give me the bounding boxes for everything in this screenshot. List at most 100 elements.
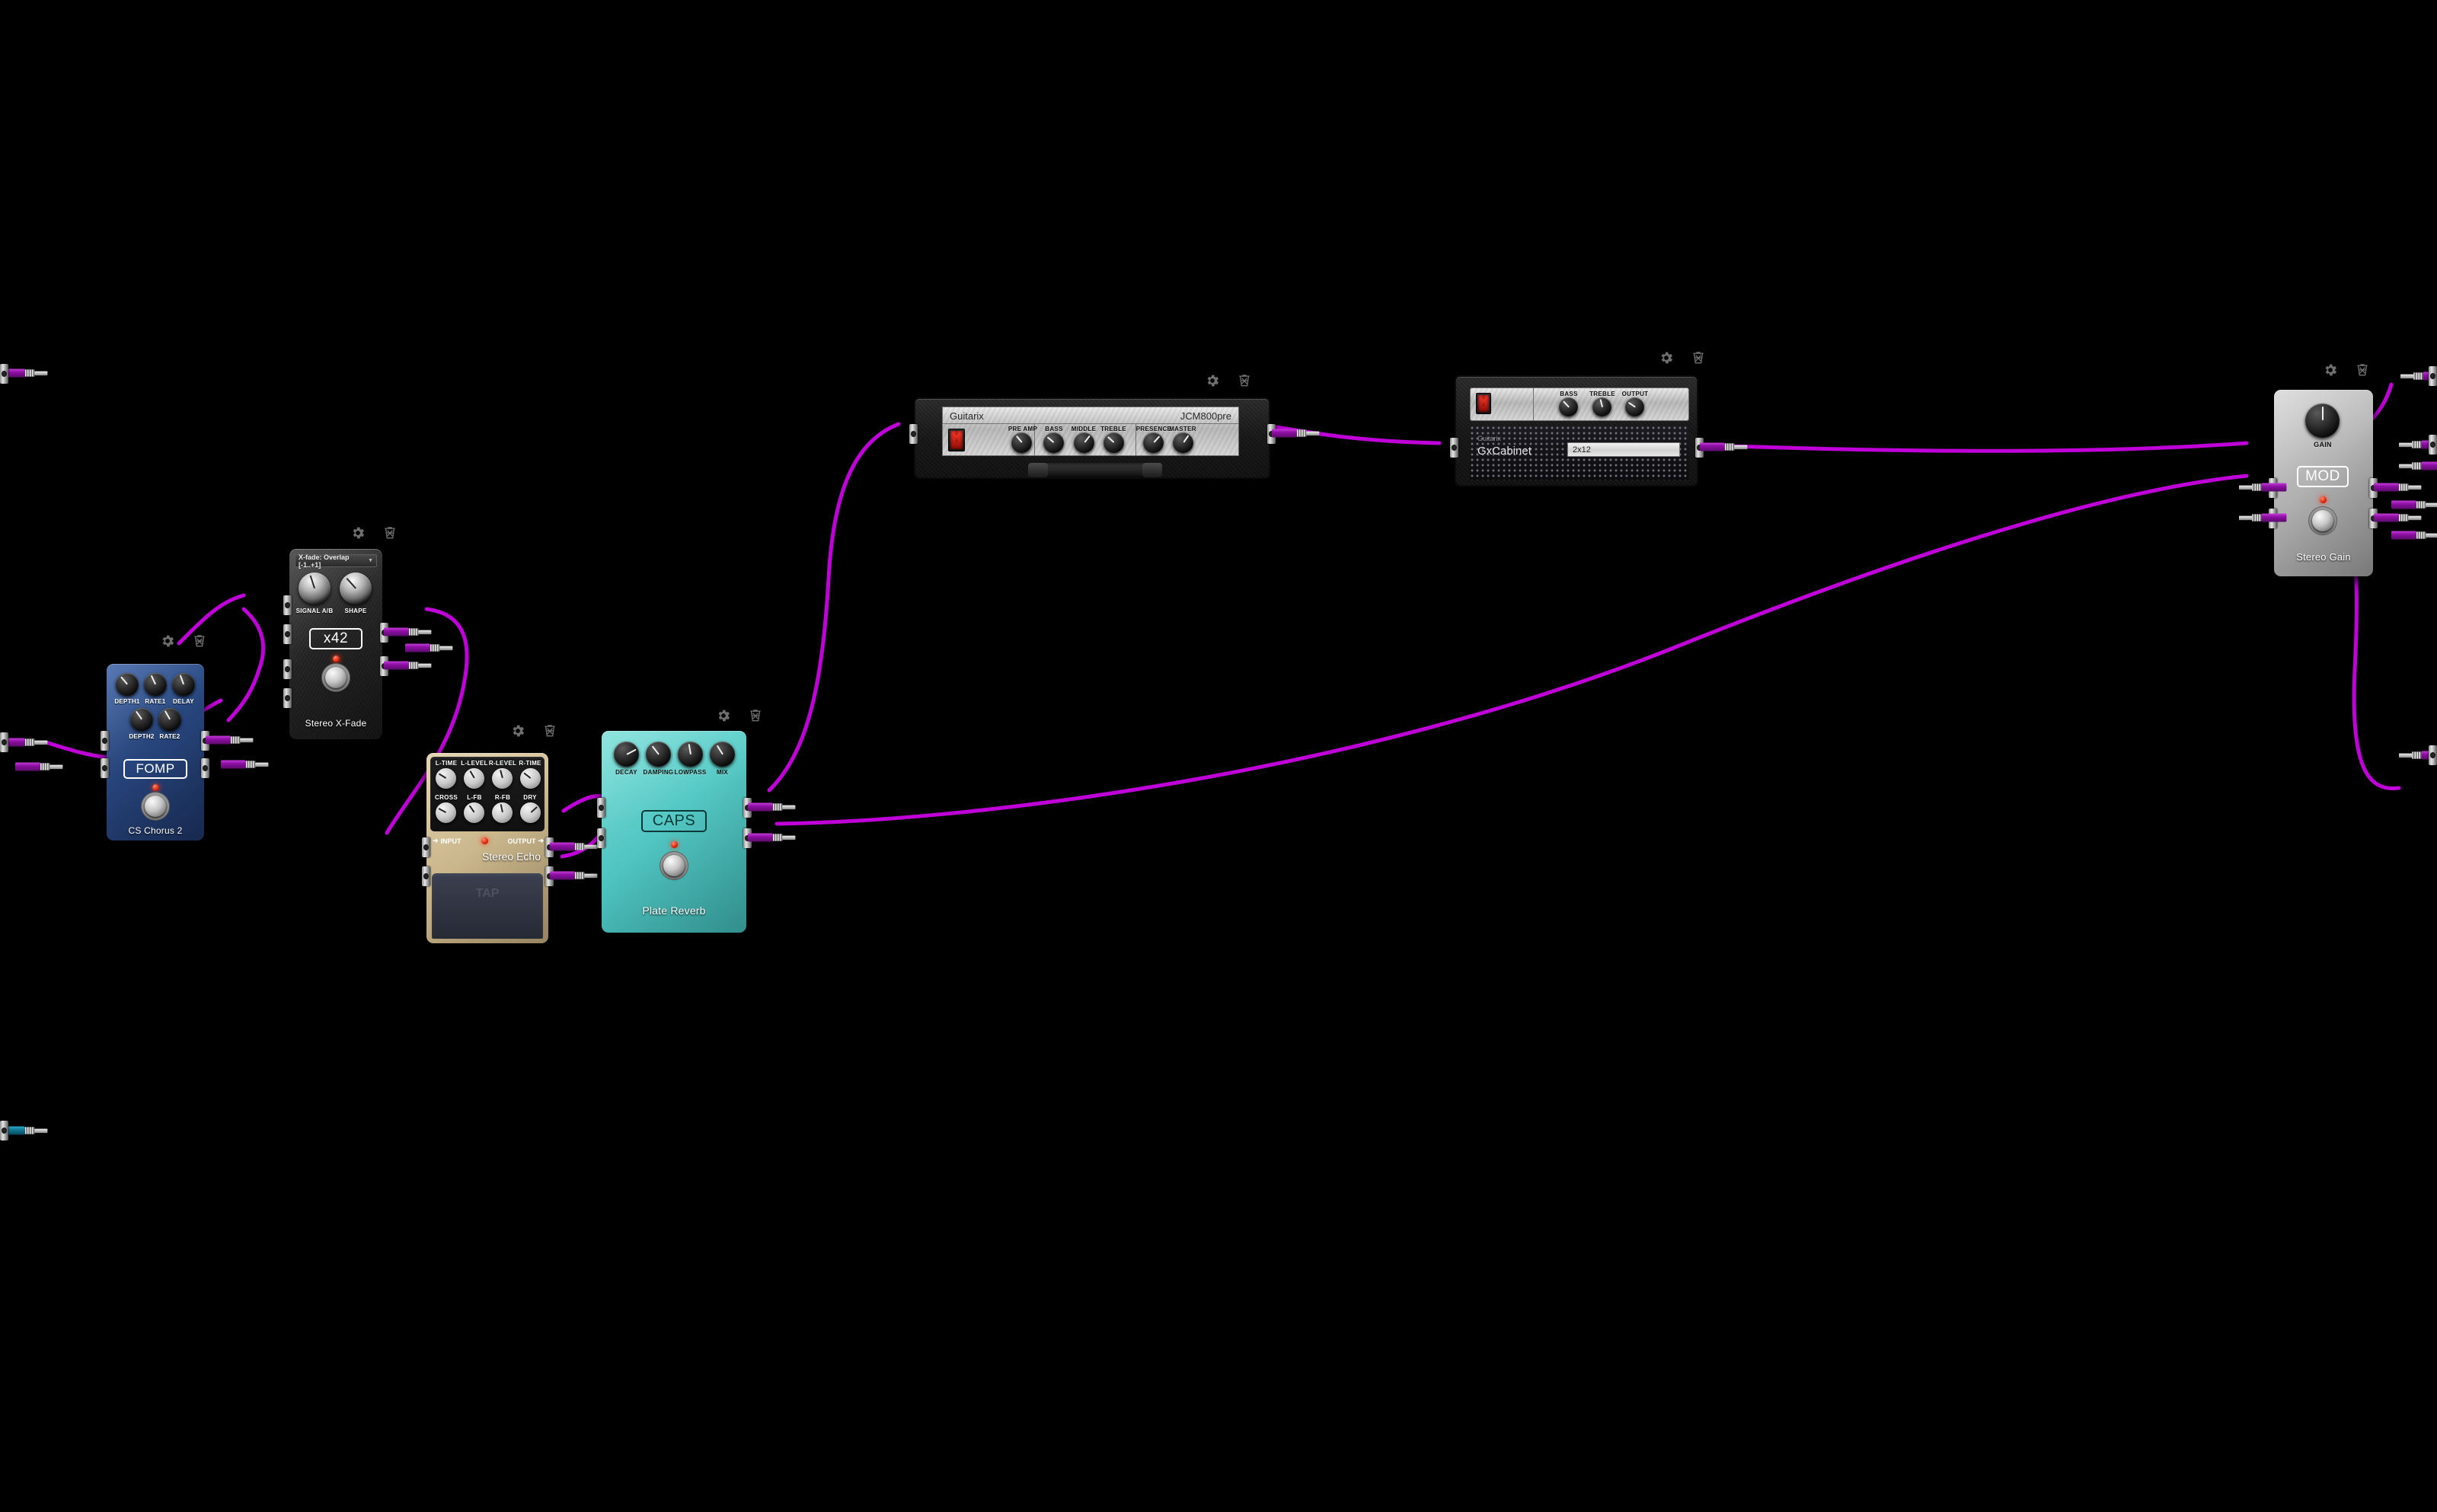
input-port-l[interactable] <box>422 837 430 857</box>
module-tools[interactable] <box>1205 373 1252 388</box>
cabinet-select[interactable]: 2x12 <box>1567 442 1680 457</box>
knob-shape[interactable] <box>340 573 372 604</box>
module-tools[interactable] <box>510 723 557 738</box>
module-tools[interactable] <box>160 633 207 649</box>
edge-port[interactable] <box>0 364 8 384</box>
knob-delay[interactable] <box>172 673 195 696</box>
jack-plug[interactable] <box>2391 500 2437 509</box>
input-port-r[interactable] <box>597 828 605 848</box>
gear-icon[interactable] <box>1205 373 1220 388</box>
jack-plug[interactable] <box>384 627 432 636</box>
trash-icon[interactable] <box>748 708 763 723</box>
footswitch[interactable] <box>145 796 166 817</box>
jack-plug[interactable] <box>748 802 796 812</box>
edge-port[interactable] <box>2429 366 2437 386</box>
knob-middle[interactable] <box>1074 432 1094 453</box>
pedal-body[interactable]: DEPTH1 RATE1 DELAY DEPTH2 RATE2 FOMP CS … <box>107 664 204 841</box>
input-port-r[interactable] <box>101 758 109 778</box>
gear-icon[interactable] <box>350 525 366 541</box>
gear-icon[interactable] <box>510 723 525 738</box>
knob-r-time[interactable] <box>520 768 541 789</box>
trash-icon[interactable] <box>1691 350 1706 365</box>
knob-treble[interactable] <box>1592 397 1611 416</box>
knob-l-fb[interactable] <box>464 802 484 823</box>
jack-plug[interactable] <box>15 762 63 771</box>
jack-plug[interactable] <box>1700 442 1748 451</box>
xfade-mode-select[interactable]: X-fade: Overlap [-1..+1] ▼ <box>295 553 377 569</box>
jack-plug[interactable] <box>405 643 453 652</box>
footswitch[interactable] <box>2312 510 2333 531</box>
input-port[interactable] <box>909 424 918 444</box>
jack-plug[interactable] <box>384 661 432 670</box>
gear-icon[interactable] <box>1659 350 1674 365</box>
knob-depth2[interactable] <box>130 708 153 731</box>
input-port-a-l[interactable] <box>283 595 292 615</box>
knob-r-fb[interactable] <box>492 802 513 823</box>
amp-body[interactable]: Guitarix JCM800pre 0I PRE AMP BASS MIDDL… <box>914 397 1270 479</box>
jack-plug[interactable] <box>221 760 269 769</box>
gear-icon[interactable] <box>160 633 175 649</box>
module-tools[interactable] <box>716 708 763 723</box>
knob-master[interactable] <box>1173 432 1193 453</box>
cabinet-body[interactable]: 0I BASS TREBLE OUTPUT Guitarix GxCabinet… <box>1455 375 1698 486</box>
rack-canvas[interactable]: DEPTH1 RATE1 DELAY DEPTH2 RATE2 FOMP CS … <box>0 0 2437 1512</box>
footswitch[interactable] <box>663 855 685 876</box>
input-port[interactable] <box>1450 438 1458 458</box>
knob-output[interactable] <box>1625 397 1644 416</box>
trash-icon[interactable] <box>192 633 207 649</box>
edge-port[interactable] <box>0 1121 8 1140</box>
module-tools[interactable] <box>1659 350 1706 365</box>
knob-treble[interactable] <box>1104 432 1124 453</box>
trash-icon[interactable] <box>2355 362 2370 378</box>
module-tools[interactable] <box>2323 362 2370 378</box>
knob-decay[interactable] <box>614 742 639 767</box>
jack-plug[interactable] <box>206 735 254 745</box>
gear-icon[interactable] <box>716 708 731 723</box>
gear-icon[interactable] <box>2323 362 2338 378</box>
edge-port[interactable] <box>2429 745 2437 765</box>
jack-plug[interactable] <box>2374 483 2422 492</box>
knob-dry[interactable] <box>520 802 541 823</box>
input-port-b-r[interactable] <box>283 688 292 708</box>
knob-l-level[interactable] <box>464 768 484 789</box>
jack-plug[interactable] <box>2391 531 2437 540</box>
output-port-r[interactable] <box>201 758 209 778</box>
jack-plug[interactable] <box>2239 513 2287 522</box>
trash-icon[interactable] <box>1237 373 1252 388</box>
input-port-a-r[interactable] <box>283 624 292 644</box>
module-tools[interactable] <box>350 525 398 541</box>
knob-mix[interactable] <box>710 742 735 767</box>
knob-presence[interactable] <box>1143 432 1164 453</box>
footswitch[interactable] <box>325 667 347 688</box>
knob-lowpass[interactable] <box>678 742 703 767</box>
knob-r-level[interactable] <box>492 768 513 789</box>
knob-rate1[interactable] <box>144 673 167 696</box>
knob-cross[interactable] <box>436 802 456 823</box>
knob-rate2[interactable] <box>158 708 181 731</box>
input-port-l[interactable] <box>597 798 605 818</box>
knob-damping[interactable] <box>646 742 671 767</box>
jack-plug[interactable] <box>550 871 598 880</box>
pedal-body[interactable]: DECAY DAMPING LOWPASS MIX CAPS Plate Rev… <box>602 731 746 933</box>
pedal-body[interactable]: X-fade: Overlap [-1..+1] ▼ SIGNAL A/B SH… <box>289 549 382 739</box>
input-port-l[interactable] <box>101 731 109 751</box>
power-switch[interactable]: 0I <box>1476 393 1491 414</box>
footswitch-plate[interactable]: TAP <box>432 873 543 939</box>
knob-bass[interactable] <box>1043 432 1064 453</box>
knob-pre-amp[interactable] <box>1011 432 1032 453</box>
jack-plug[interactable] <box>748 833 796 842</box>
trash-icon[interactable] <box>382 525 398 541</box>
knob-l-time[interactable] <box>436 768 456 789</box>
edge-port[interactable] <box>0 732 8 752</box>
pedal-body[interactable]: GAIN MOD Stereo Gain <box>2274 390 2373 576</box>
edge-port[interactable] <box>2429 435 2437 455</box>
input-port-b-l[interactable] <box>283 659 292 679</box>
knob-depth1[interactable] <box>116 673 139 696</box>
jack-plug[interactable] <box>2374 513 2422 522</box>
jack-plug[interactable] <box>2239 483 2287 492</box>
power-switch[interactable]: 0I <box>948 429 965 451</box>
jack-plug[interactable] <box>550 842 598 851</box>
trash-icon[interactable] <box>542 723 557 738</box>
knob-bass[interactable] <box>1559 397 1578 416</box>
input-port-r[interactable] <box>422 866 430 886</box>
